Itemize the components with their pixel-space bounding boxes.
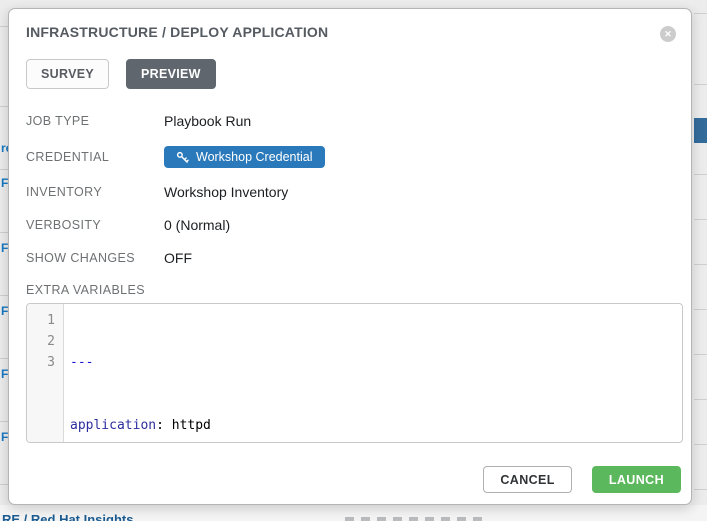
editor-line-number-gutter: 1 2 3 bbox=[27, 304, 64, 442]
background-link-fragment: RE / Red Hat Insights bbox=[2, 512, 133, 521]
code-line: --- bbox=[70, 352, 682, 373]
field-row-verbosity: VERBOSITY 0 (Normal) bbox=[26, 217, 674, 233]
modal-title: INFRASTRUCTURE / DEPLOY APPLICATION bbox=[26, 24, 674, 40]
line-number: 3 bbox=[27, 352, 55, 373]
line-number: 2 bbox=[27, 331, 55, 352]
code-line: application: httpd bbox=[70, 415, 682, 436]
editor-code-area[interactable]: --- application: httpd bbox=[64, 304, 682, 442]
field-row-credential: CREDENTIAL Workshop Credential bbox=[26, 146, 674, 168]
background-highlight-block bbox=[694, 118, 707, 143]
key-icon bbox=[176, 151, 189, 164]
field-row-inventory: INVENTORY Workshop Inventory bbox=[26, 184, 674, 200]
yaml-key: application bbox=[70, 418, 156, 433]
line-number: 1 bbox=[27, 310, 55, 331]
field-row-show-changes: SHOW CHANGES OFF bbox=[26, 250, 674, 266]
field-value: Workshop Inventory bbox=[164, 184, 288, 200]
deploy-application-modal: INFRASTRUCTURE / DEPLOY APPLICATION ✕ SU… bbox=[8, 8, 692, 505]
field-value: OFF bbox=[164, 250, 192, 266]
extra-variables-editor[interactable]: 1 2 3 --- application: httpd bbox=[26, 303, 683, 443]
tab-survey[interactable]: SURVEY bbox=[26, 59, 109, 89]
extra-variables-label: EXTRA VARIABLES bbox=[26, 283, 674, 297]
field-list: JOB TYPE Playbook Run CREDENTIAL Worksho… bbox=[26, 113, 674, 266]
field-row-job-type: JOB TYPE Playbook Run bbox=[26, 113, 674, 129]
credential-badge[interactable]: Workshop Credential bbox=[164, 146, 325, 168]
background-table-right-edge bbox=[694, 0, 707, 521]
yaml-value: : httpd bbox=[156, 418, 211, 433]
cancel-button[interactable]: CANCEL bbox=[483, 466, 571, 493]
field-label: SHOW CHANGES bbox=[26, 251, 164, 265]
background-bottom-row: RE / Red Hat Insights bbox=[0, 505, 707, 521]
yaml-doc-marker: --- bbox=[70, 355, 93, 370]
modal-footer: CANCEL LAUNCH bbox=[483, 466, 681, 493]
close-icon[interactable]: ✕ bbox=[660, 26, 676, 42]
field-label: INVENTORY bbox=[26, 185, 164, 199]
background-text-marks bbox=[345, 517, 485, 521]
field-label: VERBOSITY bbox=[26, 218, 164, 232]
credential-badge-label: Workshop Credential bbox=[196, 150, 313, 164]
screen: re F F F F F RE / Red Hat Insights INFRA… bbox=[0, 0, 707, 521]
tab-bar: SURVEY PREVIEW bbox=[26, 59, 674, 89]
field-label: JOB TYPE bbox=[26, 114, 164, 128]
launch-button[interactable]: LAUNCH bbox=[592, 466, 681, 493]
field-value: 0 (Normal) bbox=[164, 217, 230, 233]
tab-preview[interactable]: PREVIEW bbox=[126, 59, 216, 89]
field-value: Playbook Run bbox=[164, 113, 251, 129]
field-label: CREDENTIAL bbox=[26, 150, 164, 164]
